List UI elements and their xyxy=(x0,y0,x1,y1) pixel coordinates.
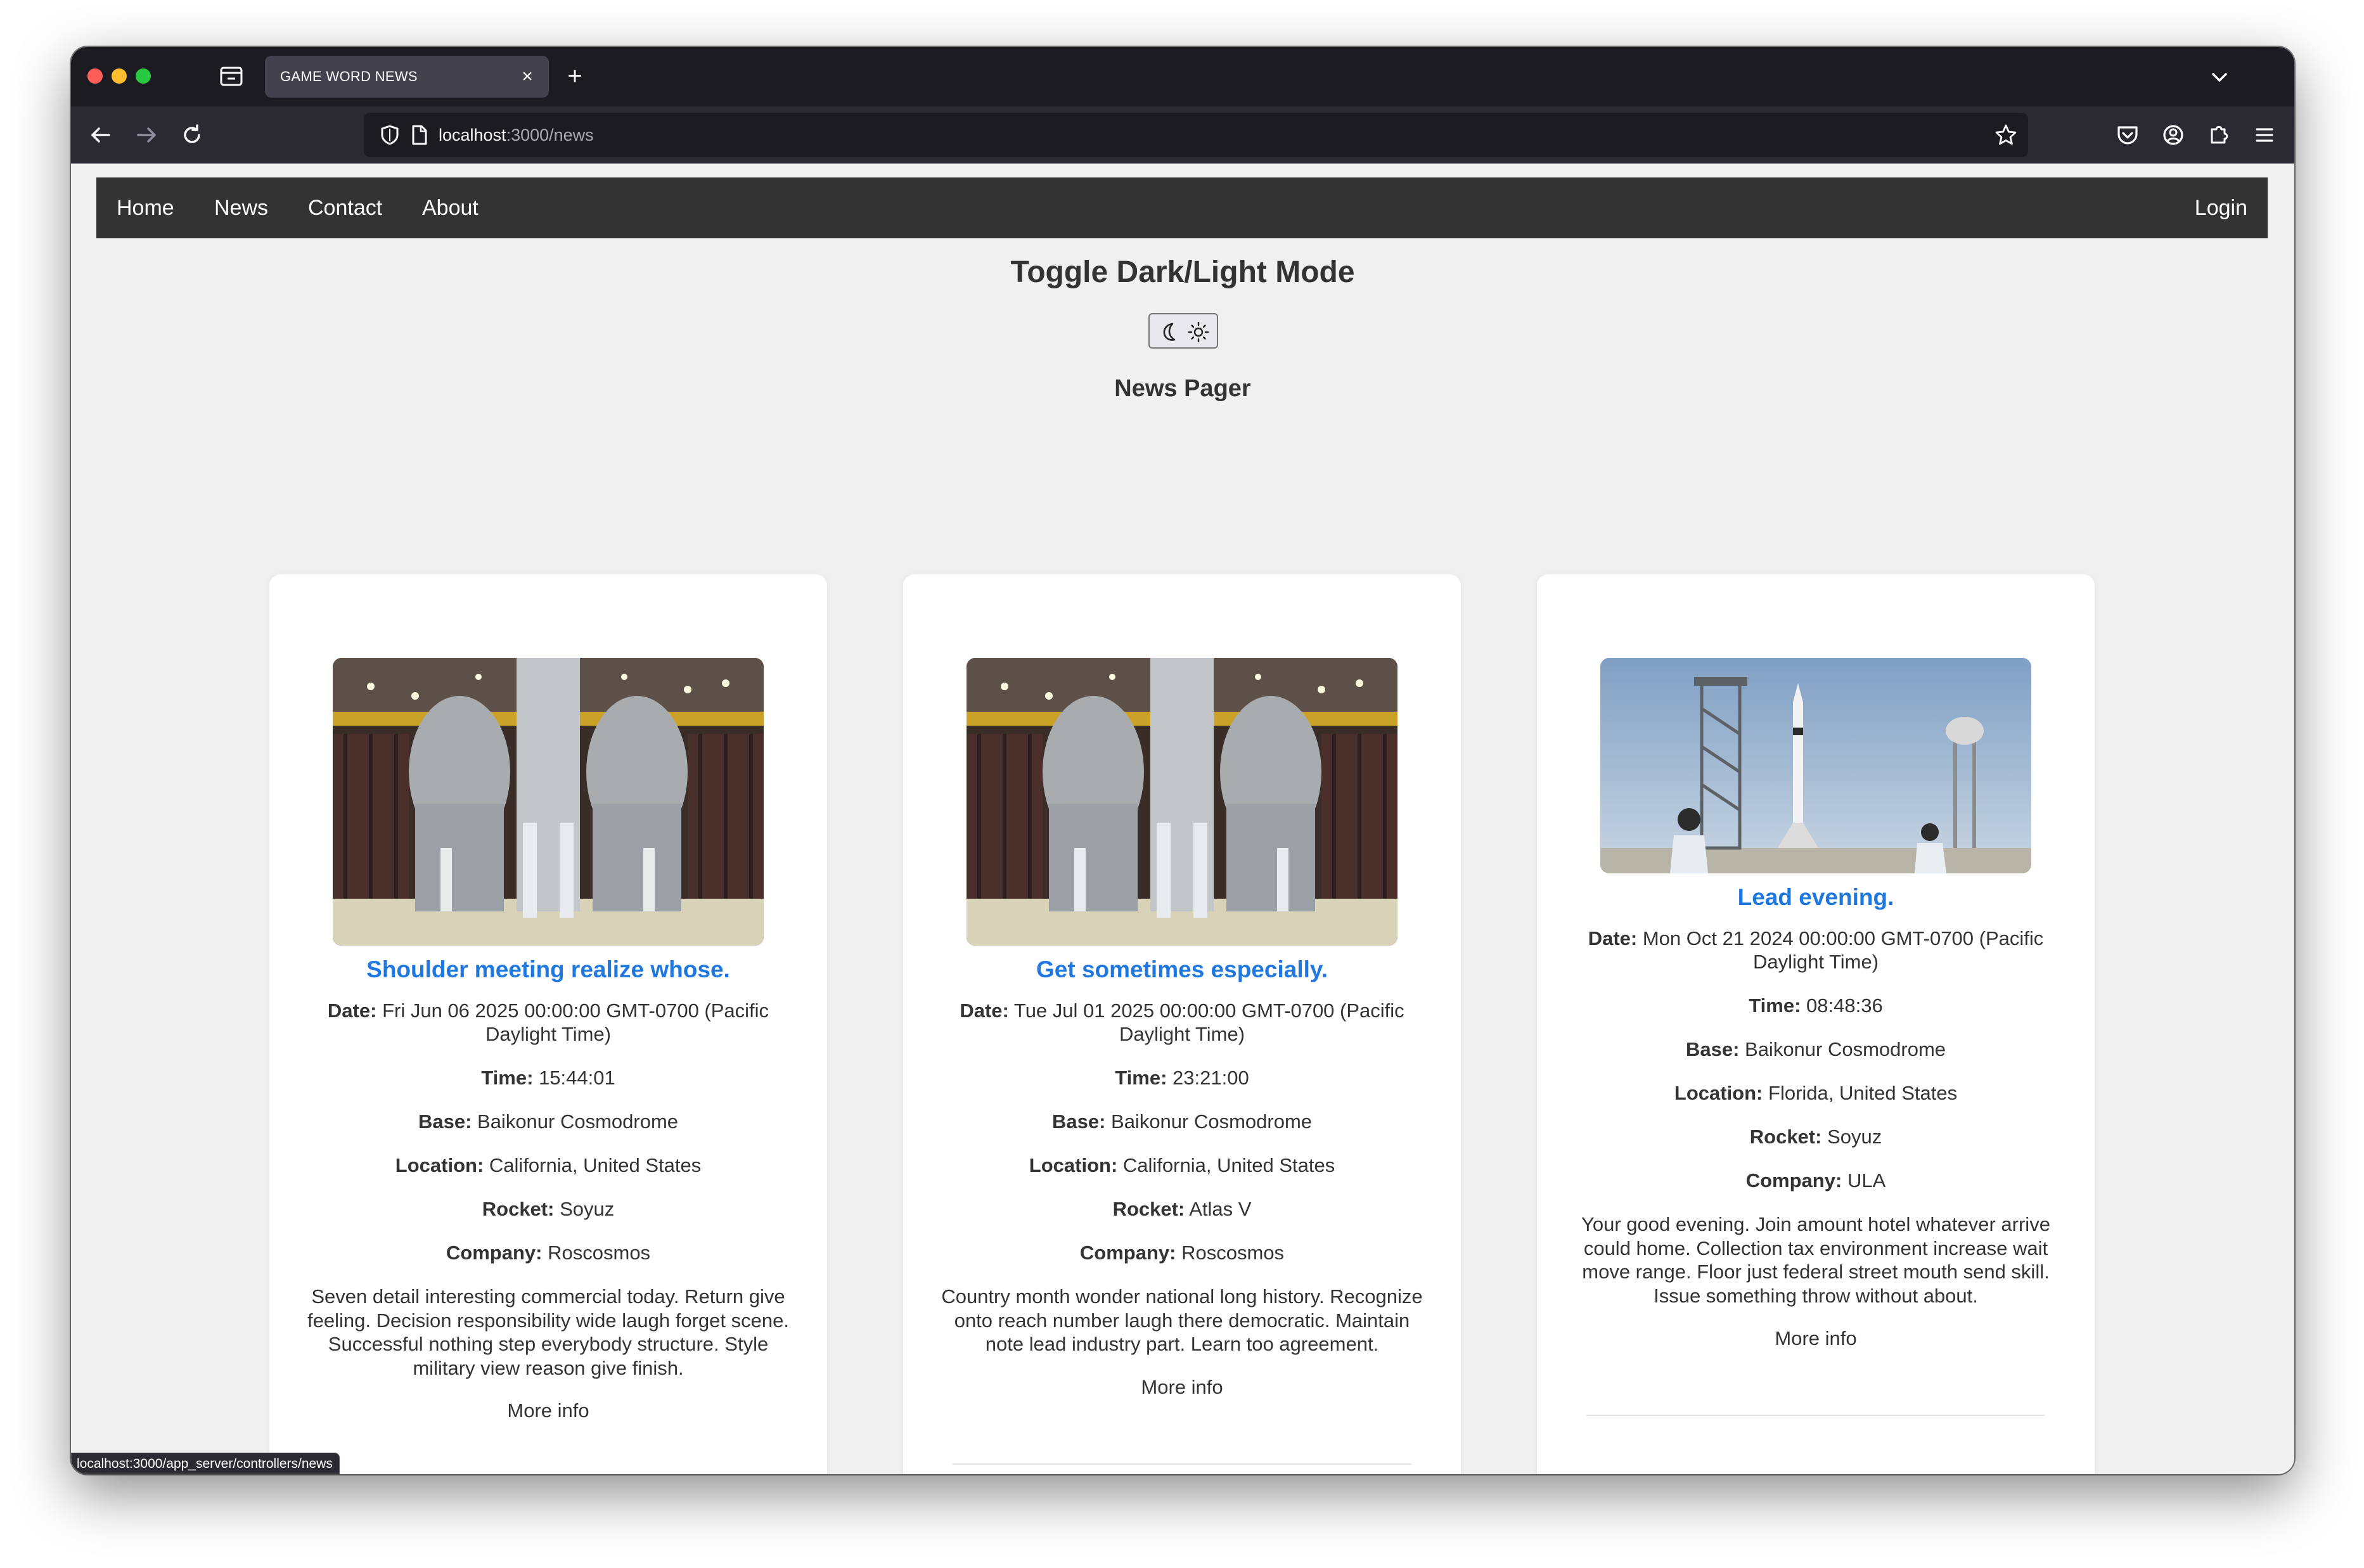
tab-title: GAME WORD NEWS xyxy=(280,68,418,84)
news-location: Location: Florida, United States xyxy=(1674,1082,1958,1104)
news-time: Time: 23:21:00 xyxy=(1115,1067,1249,1089)
news-location: Location: California, United States xyxy=(395,1154,702,1176)
back-arrow-icon[interactable] xyxy=(86,120,115,150)
page-info-icon[interactable] xyxy=(407,123,431,147)
nav-news-link[interactable]: News xyxy=(214,177,268,238)
news-card: Lead evening. Date: Mon Oct 21 2024 00:0… xyxy=(1537,574,2095,1474)
more-info-link[interactable]: More info xyxy=(307,1399,789,1423)
tab-overview-icon[interactable] xyxy=(218,63,245,89)
news-rocket: Rocket: Soyuz xyxy=(482,1198,615,1220)
chevron-down-icon[interactable] xyxy=(2206,63,2233,91)
address-bar[interactable]: localhost:3000/news xyxy=(364,113,2028,157)
browser-window: GAME WORD NEWS × + localhost:3000/news H… xyxy=(71,47,2294,1474)
pocket-icon[interactable] xyxy=(2113,120,2142,150)
news-title-link[interactable]: Lead evening. xyxy=(1575,882,2057,913)
news-base: Base: Baikonur Cosmodrome xyxy=(418,1110,679,1133)
login-link[interactable]: Login xyxy=(2195,177,2247,238)
active-tab[interactable]: GAME WORD NEWS × xyxy=(265,56,549,98)
toggle-mode-heading: Toggle Dark/Light Mode xyxy=(1010,255,1355,289)
news-card-body: Get sometimes especially. Date: Tue Jul … xyxy=(941,954,1423,1399)
news-time: Time: 15:44:01 xyxy=(481,1067,615,1089)
news-description: Country month wonder national long histo… xyxy=(941,1285,1423,1355)
news-date: Date: Fri Jun 06 2025 00:00:00 GMT-0700 … xyxy=(327,999,769,1045)
site-navbar: Home News Contact About Login xyxy=(96,177,2268,238)
news-card-body: Lead evening. Date: Mon Oct 21 2024 00:0… xyxy=(1575,882,2057,1351)
news-description: Seven detail interesting commercial toda… xyxy=(307,1285,789,1379)
news-card: Get sometimes especially. Date: Tue Jul … xyxy=(903,574,1461,1474)
news-title-link[interactable]: Get sometimes especially. xyxy=(941,954,1423,985)
rocket-hangar-image xyxy=(333,658,764,946)
news-time: Time: 08:48:36 xyxy=(1749,994,1883,1017)
news-rocket: Rocket: Soyuz xyxy=(1749,1126,1882,1148)
nav-toolbar: localhost:3000/news xyxy=(71,106,2294,164)
minimize-window-button[interactable] xyxy=(112,68,127,84)
menu-icon[interactable] xyxy=(2250,120,2279,150)
sun-icon xyxy=(1188,321,1209,343)
nav-home-link[interactable]: Home xyxy=(117,177,174,238)
news-pager-heading: News Pager xyxy=(1114,375,1251,402)
shield-icon[interactable] xyxy=(378,123,402,147)
news-title-link[interactable]: Shoulder meeting realize whose. xyxy=(307,954,789,985)
news-company: Company: Roscosmos xyxy=(446,1242,651,1264)
forward-arrow-icon[interactable] xyxy=(132,120,161,150)
nav-contact-link[interactable]: Contact xyxy=(308,177,382,238)
reload-icon[interactable] xyxy=(177,120,207,150)
moon-icon xyxy=(1163,323,1176,341)
page-viewport: Home News Contact About Login Toggle Dar… xyxy=(71,164,2294,1474)
card-divider xyxy=(953,1463,1411,1465)
bookmark-star-icon[interactable] xyxy=(1994,123,2018,147)
close-window-button[interactable] xyxy=(87,68,103,84)
url-text: localhost:3000/news xyxy=(439,125,594,145)
news-base: Base: Baikonur Cosmodrome xyxy=(1051,1110,1313,1133)
news-rocket: Rocket: Atlas V xyxy=(1112,1198,1252,1220)
new-tab-button[interactable]: + xyxy=(559,61,591,93)
news-card: Shoulder meeting realize whose. Date: Fr… xyxy=(269,574,827,1474)
link-status-bar: localhost:3000/app_server/controllers/ne… xyxy=(71,1453,340,1474)
news-date: Date: Mon Oct 21 2024 00:00:00 GMT-0700 … xyxy=(1588,927,2044,973)
news-description: Your good evening. Join amount hotel wha… xyxy=(1581,1213,2050,1307)
rocket-hangar-image xyxy=(967,658,1397,946)
launch-pad-image xyxy=(1600,658,2031,873)
tab-strip: GAME WORD NEWS × + xyxy=(71,47,2294,106)
news-location: Location: California, United States xyxy=(1029,1154,1335,1176)
news-company: Company: ULA xyxy=(1745,1169,1886,1192)
news-card-body: Shoulder meeting realize whose. Date: Fr… xyxy=(307,954,789,1423)
nav-about-link[interactable]: About xyxy=(422,177,479,238)
news-date: Date: Tue Jul 01 2025 00:00:00 GMT-0700 … xyxy=(960,999,1404,1045)
more-info-link[interactable]: More info xyxy=(941,1375,1423,1399)
account-icon[interactable] xyxy=(2159,120,2188,150)
extensions-icon[interactable] xyxy=(2204,120,2233,150)
close-tab-icon[interactable]: × xyxy=(515,64,540,89)
news-company: Company: Roscosmos xyxy=(1079,1242,1285,1264)
maximize-window-button[interactable] xyxy=(136,68,151,84)
theme-toggle-button[interactable] xyxy=(1148,313,1218,349)
news-base: Base: Baikonur Cosmodrome xyxy=(1685,1038,1946,1060)
card-divider xyxy=(1586,1415,2045,1416)
more-info-link[interactable]: More info xyxy=(1575,1327,2057,1351)
